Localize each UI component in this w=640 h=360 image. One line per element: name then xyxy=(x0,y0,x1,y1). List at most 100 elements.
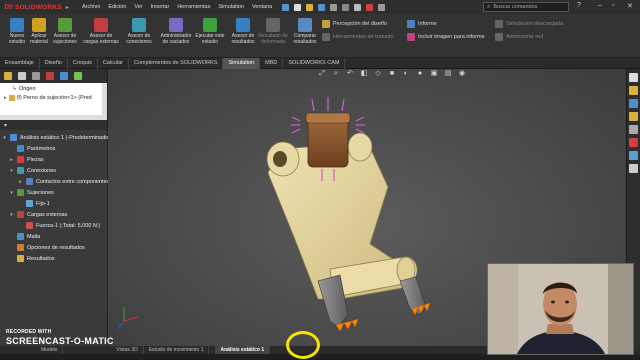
menu-item-edicion[interactable]: Edición xyxy=(108,4,126,10)
tree-item-fixed-1[interactable]: Fijo-1 xyxy=(0,198,107,209)
menu-item-insertar[interactable]: Insertar xyxy=(151,4,170,10)
collapse-arrow-icon[interactable]: ▾ xyxy=(9,168,14,174)
feature-manager-icon[interactable] xyxy=(4,72,12,80)
tab-solidworks-cam[interactable]: SOLIDWORKS CAM xyxy=(283,58,346,69)
property-manager-icon[interactable] xyxy=(18,72,26,80)
select-arrow-icon[interactable] xyxy=(354,3,362,11)
search-input[interactable]: Buscar comandos xyxy=(493,4,537,10)
tree-item-parts[interactable]: ▸ Piezas xyxy=(0,154,107,165)
title-bar: DS SOLIDWORKS ▸ Archivo Edición Ver Inse… xyxy=(0,0,640,14)
command-manager-ribbon: Nuevo estudio Aplicar material Asesor de… xyxy=(0,14,640,58)
tab-modelo[interactable]: Modelo xyxy=(36,346,64,354)
origin-icon: ↳ xyxy=(12,86,18,92)
report-button[interactable]: Informe xyxy=(407,20,437,28)
menu-item-simulation[interactable]: Simulation xyxy=(218,4,244,10)
tree-item-parameters[interactable]: Parámetros xyxy=(0,143,107,154)
tree-item-external-loads[interactable]: ▾ Cargas externas xyxy=(0,209,107,220)
view-palette-icon[interactable] xyxy=(629,125,638,134)
collapse-arrow-icon[interactable]: ▾ xyxy=(9,190,14,196)
help-icon[interactable]: ? xyxy=(577,2,581,9)
button-label: Percepción del diseño xyxy=(333,21,388,27)
home-icon[interactable] xyxy=(629,73,638,82)
solidworks-logo[interactable]: DS SOLIDWORKS ▸ xyxy=(0,3,72,11)
tab-vistas-3d[interactable]: Vistas 3D xyxy=(111,346,144,354)
display-manager-icon[interactable] xyxy=(60,72,68,80)
maximize-icon[interactable]: ▫ xyxy=(612,2,614,9)
compare-results-button[interactable]: Comparar resultados xyxy=(290,18,320,45)
rebuild-icon[interactable] xyxy=(366,3,374,11)
expand-arrow-icon[interactable]: ▸ xyxy=(18,179,23,185)
tab-ensamblaje[interactable]: Ensamblaje xyxy=(0,58,40,69)
expand-arrow-icon[interactable]: ▸ xyxy=(4,95,7,101)
tree-item-label: Conexiones xyxy=(27,167,57,174)
tab-motion-study-1[interactable]: Estudio de movimiento 1 xyxy=(144,346,210,354)
external-loads-advisor-button[interactable]: Asesor de cargas externas xyxy=(82,18,120,45)
tree-vertical-scrollbar[interactable] xyxy=(102,83,107,115)
offloaded-simulation-button[interactable]: Simulación descargada xyxy=(495,20,563,28)
search-commands-box[interactable]: ⌕ Buscar comandos xyxy=(483,2,569,12)
presenter-video xyxy=(488,264,633,354)
collapse-arrow-icon[interactable]: ▾ xyxy=(2,135,7,141)
file-explorer-icon[interactable] xyxy=(629,112,638,121)
open-folder-icon[interactable] xyxy=(306,3,314,11)
options-gear-icon[interactable] xyxy=(378,3,386,11)
tree-item-label: Malla xyxy=(27,233,41,240)
deformed-result-button[interactable]: Resultado de deformada xyxy=(258,18,288,45)
simulation-study-tree: ▾ Análisis estático 1 (-Predeterminado-)… xyxy=(0,130,112,264)
tree-item-force-1[interactable]: Fuerza-1 (:Total: 5,000 N:) xyxy=(0,220,107,231)
print-icon[interactable] xyxy=(330,3,338,11)
tree-item-clamp-bolt[interactable]: ▸ (f) Perno de sujeción<1> (Pred xyxy=(0,93,107,102)
run-study-button[interactable]: Ejecutar este estudio xyxy=(194,18,226,45)
button-label: Administrar red xyxy=(506,34,544,40)
filter-icon[interactable]: ▾ xyxy=(4,122,7,129)
fixtures-advisor-button[interactable]: Asesor de sujeciones xyxy=(50,18,80,45)
tab-complementos[interactable]: Complementos de SOLIDWORKS xyxy=(129,58,224,69)
tree-item-fixtures[interactable]: ▾ Sujeciones xyxy=(0,187,107,198)
expand-arrow-icon[interactable]: ▸ xyxy=(9,157,14,163)
tab-calcular[interactable]: Calcular xyxy=(98,58,130,69)
close-icon[interactable]: ✕ xyxy=(627,2,633,10)
design-library-icon[interactable] xyxy=(629,99,638,108)
dimxpert-icon[interactable] xyxy=(46,72,54,80)
collapse-arrow-icon[interactable]: ▾ xyxy=(9,212,14,218)
result-options-icon xyxy=(17,244,24,251)
home-icon[interactable] xyxy=(282,3,290,11)
connections-icon xyxy=(132,18,146,32)
configuration-manager-icon[interactable] xyxy=(32,72,40,80)
minimize-icon[interactable]: – xyxy=(598,2,602,9)
expand-arrow-icon[interactable]: ▸ xyxy=(66,4,69,11)
tree-item-component-contacts[interactable]: ▸ Contactos entre componentes xyxy=(0,176,109,187)
new-document-icon[interactable] xyxy=(294,3,302,11)
tab-static-analysis-1[interactable]: Análisis estático 1 xyxy=(215,346,271,354)
tab-croquis[interactable]: Croquis xyxy=(68,58,98,69)
manage-network-button[interactable]: Administrar red xyxy=(495,33,543,41)
undo-icon[interactable] xyxy=(342,3,350,11)
study-root[interactable]: ▾ Análisis estático 1 (-Predeterminado-) xyxy=(0,132,112,143)
solidworks-forum-icon[interactable] xyxy=(629,164,638,173)
plot-tools-button[interactable]: Herramientas de trazado xyxy=(322,33,394,41)
custom-properties-icon[interactable] xyxy=(629,151,638,160)
menu-item-ventana[interactable]: Ventana xyxy=(252,4,272,10)
connections-advisor-button[interactable]: Asesor de conexiones xyxy=(122,18,156,45)
tree-item-connections[interactable]: ▾ Conexiones xyxy=(0,165,107,176)
menu-item-ver[interactable]: Ver xyxy=(134,4,142,10)
tab-mbd[interactable]: MBD xyxy=(260,58,284,69)
menu-item-herramientas[interactable]: Herramientas xyxy=(177,4,210,10)
tab-simulation[interactable]: Simulation xyxy=(223,58,261,69)
appearances-icon[interactable] xyxy=(629,138,638,147)
results-advisor-button[interactable]: Asesor de resultados xyxy=(228,18,258,45)
shell-manager-button[interactable]: Administrador de vaciados xyxy=(158,18,194,45)
design-insight-button[interactable]: Percepción del diseño xyxy=(322,20,387,28)
tree-item-mesh[interactable]: Malla xyxy=(0,231,107,242)
tree-item-results[interactable]: Resultados xyxy=(0,253,107,264)
contacts-icon xyxy=(26,178,33,185)
tree-item-origin[interactable]: ↳ Origen xyxy=(0,84,107,93)
resources-icon[interactable] xyxy=(629,86,638,95)
include-image-button[interactable]: Incluir imagen para informe xyxy=(407,33,485,41)
tree-item-result-options[interactable]: Opciones de resultados xyxy=(0,242,107,253)
menu-item-archivo[interactable]: Archivo xyxy=(82,4,100,10)
save-icon[interactable] xyxy=(318,3,326,11)
results-folder-icon xyxy=(17,255,24,262)
simulation-manager-icon[interactable] xyxy=(74,72,82,80)
tab-diseno[interactable]: Diseño xyxy=(40,58,68,69)
